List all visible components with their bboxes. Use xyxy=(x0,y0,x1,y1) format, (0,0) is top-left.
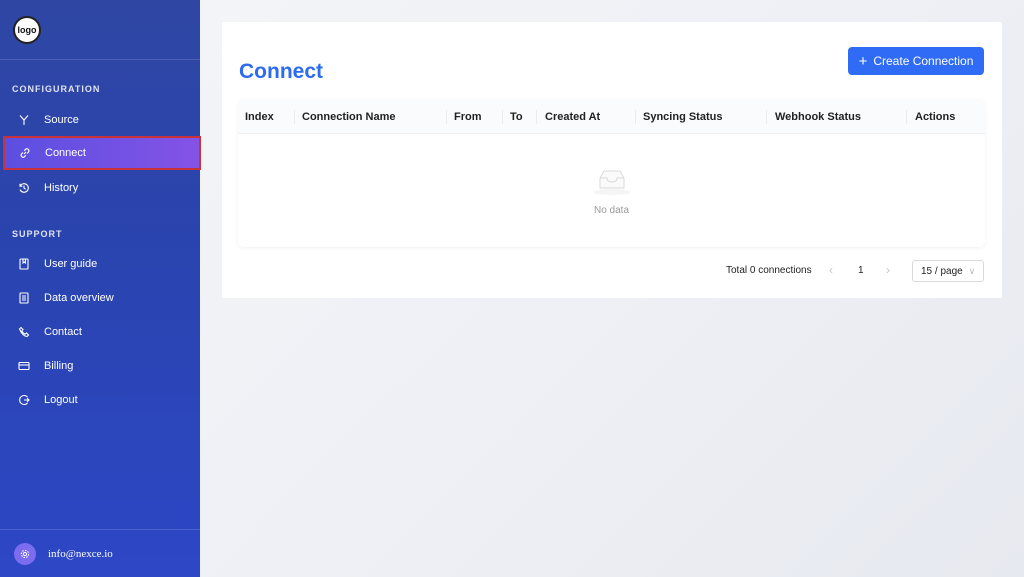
total-count: Total 0 connections xyxy=(726,265,812,276)
column-header-created-at[interactable]: Created At xyxy=(545,100,600,134)
sidebar-item-source[interactable]: Source xyxy=(4,104,200,136)
plus-icon: + xyxy=(858,52,868,70)
credit-card-icon xyxy=(8,360,40,372)
sidebar-item-label: History xyxy=(44,182,79,194)
empty-inbox-icon xyxy=(591,166,633,201)
main-card: Connect + Create Connection Index Connec… xyxy=(222,22,1002,298)
sidebar-item-user-guide[interactable]: User guide xyxy=(4,248,200,280)
pagination: Total 0 connections ‹ 1 › 15 / page ∨ xyxy=(222,260,1002,282)
create-connection-button[interactable]: + Create Connection xyxy=(848,47,984,75)
column-header-actions[interactable]: Actions xyxy=(915,100,955,134)
logo[interactable]: logo xyxy=(13,16,41,44)
page-size-select[interactable]: 15 / page ∨ xyxy=(912,260,984,282)
column-divider xyxy=(635,110,636,124)
empty-state: No data xyxy=(238,134,985,247)
sidebar-item-billing[interactable]: Billing xyxy=(4,350,200,382)
merge-icon xyxy=(8,114,40,126)
sidebar-item-label: Data overview xyxy=(44,292,114,304)
sidebar-item-label: User guide xyxy=(44,258,98,270)
page-size-value: 15 / page xyxy=(921,265,963,277)
sidebar-item-label: Logout xyxy=(44,394,78,406)
sidebar-item-connect[interactable]: Connect xyxy=(3,136,201,170)
book-icon xyxy=(8,258,40,270)
column-divider xyxy=(766,110,767,124)
column-divider xyxy=(502,110,503,124)
section-title-configuration: CONFIGURATION xyxy=(12,84,101,94)
sidebar-item-label: Source xyxy=(44,114,79,126)
column-divider xyxy=(906,110,907,124)
sidebar-item-contact[interactable]: Contact xyxy=(4,316,200,348)
sidebar-item-logout[interactable]: Logout xyxy=(4,384,200,416)
column-divider xyxy=(294,110,295,124)
column-header-to[interactable]: To xyxy=(510,100,523,134)
link-icon xyxy=(9,147,41,159)
logo-area: logo xyxy=(0,0,200,60)
column-divider xyxy=(446,110,447,124)
sidebar-item-label: Billing xyxy=(44,360,74,372)
page-1-button[interactable]: 1 xyxy=(858,265,864,276)
column-header-connection-name[interactable]: Connection Name xyxy=(302,100,396,134)
sidebar-item-data-overview[interactable]: Data overview xyxy=(4,282,200,314)
create-connection-label: Create Connection xyxy=(873,54,974,68)
user-email: info@nexce.io xyxy=(48,547,113,560)
empty-text: No data xyxy=(593,204,630,216)
user-footer: info@nexce.io xyxy=(0,529,200,577)
connections-table: Index Connection Name From To Created At… xyxy=(238,100,985,247)
sidebar-item-label: Connect xyxy=(45,147,86,159)
column-header-from[interactable]: From xyxy=(454,100,482,134)
page-title: Connect xyxy=(239,60,323,83)
document-icon xyxy=(8,292,40,304)
phone-icon xyxy=(8,326,40,338)
sidebar: logo CONFIGURATION Source Connect Histor… xyxy=(0,0,201,577)
section-title-support: SUPPORT xyxy=(12,229,63,239)
column-divider xyxy=(536,110,537,124)
column-header-syncing-status[interactable]: Syncing Status xyxy=(643,100,722,134)
table-header: Index Connection Name From To Created At… xyxy=(238,100,985,134)
sidebar-item-label: Contact xyxy=(44,326,82,338)
column-header-webhook-status[interactable]: Webhook Status xyxy=(775,100,861,134)
column-header-index[interactable]: Index xyxy=(245,100,274,134)
chevron-down-icon: ∨ xyxy=(968,265,976,276)
sidebar-item-history[interactable]: History xyxy=(4,172,200,204)
settings-icon[interactable] xyxy=(14,542,36,565)
logout-icon xyxy=(8,394,40,406)
chevron-left-icon[interactable]: ‹ xyxy=(829,263,833,277)
history-icon xyxy=(8,182,40,194)
chevron-right-icon[interactable]: › xyxy=(886,263,890,277)
